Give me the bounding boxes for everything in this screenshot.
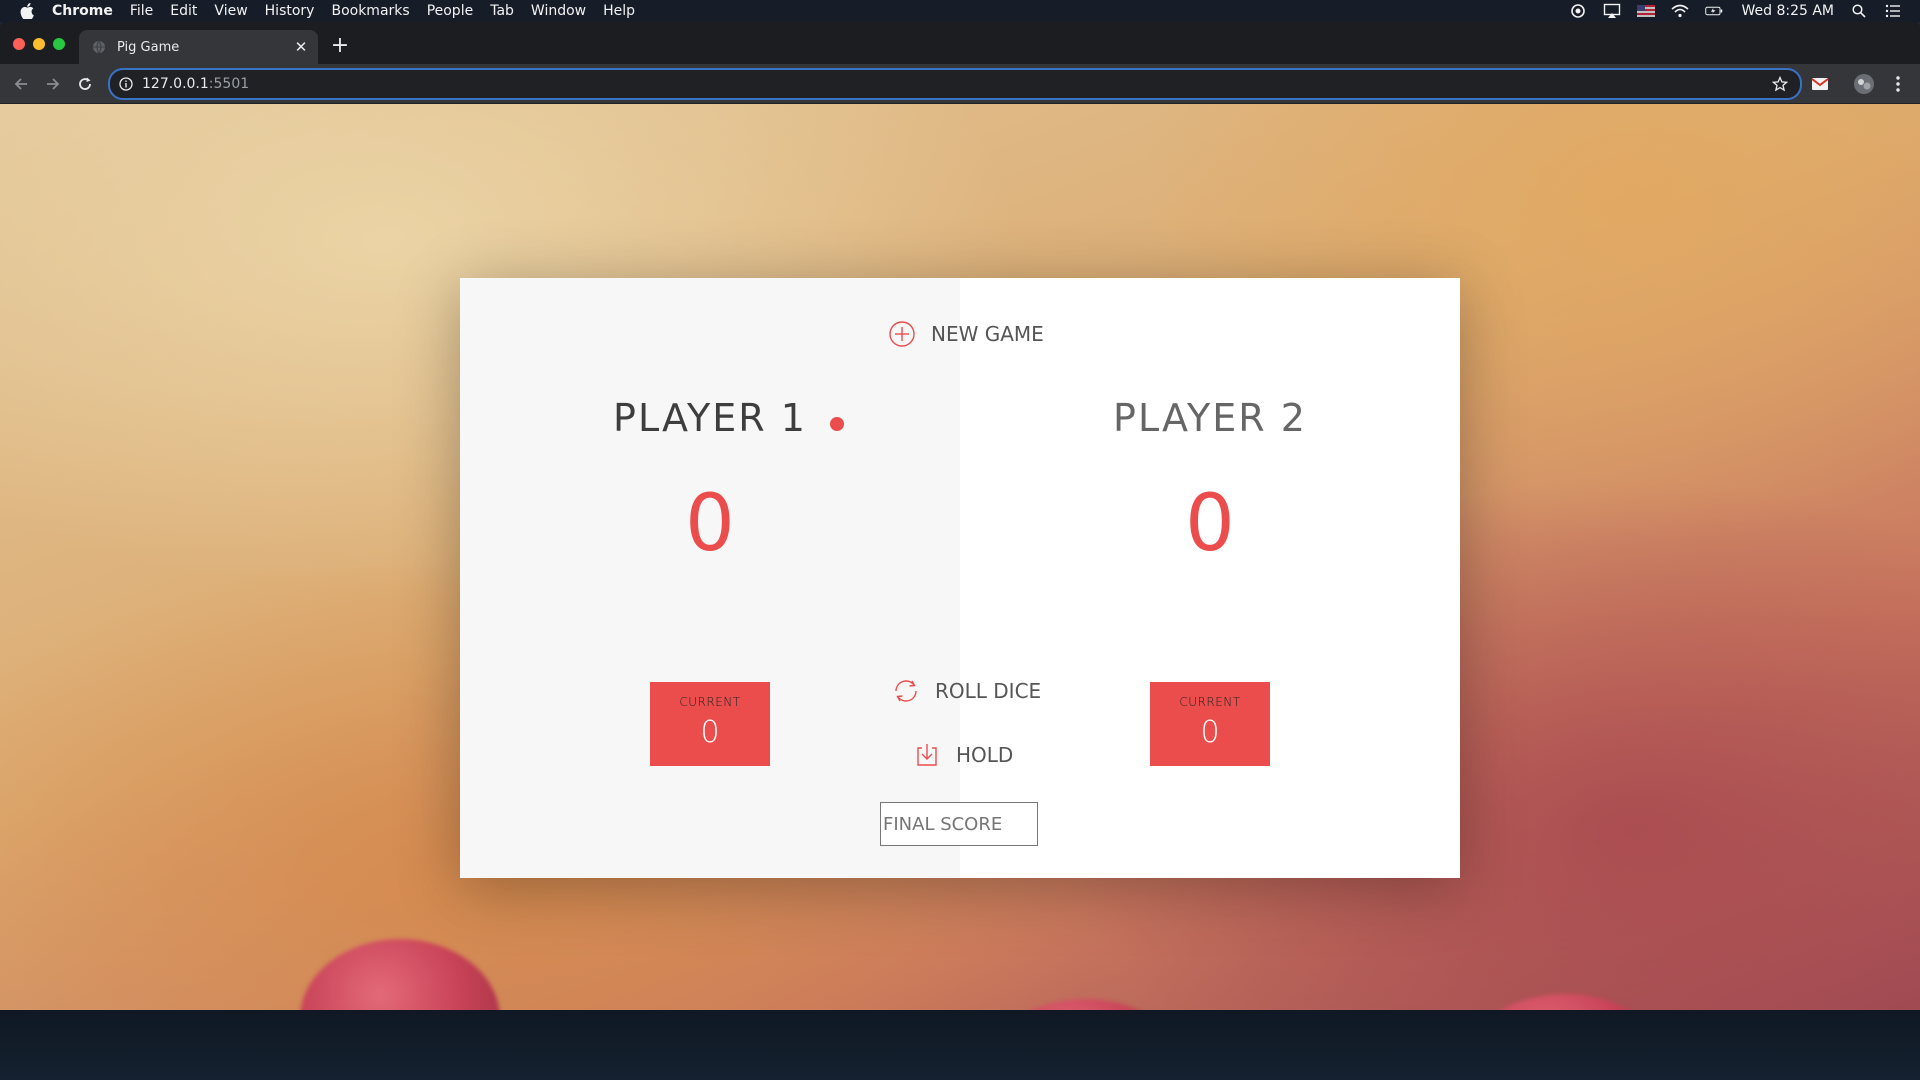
menu-view[interactable]: View — [214, 0, 247, 22]
player-1-name: PLAYER 1 — [613, 396, 807, 440]
tab-title: Pig Game — [117, 39, 180, 55]
current-label: CURRENT — [1179, 695, 1241, 709]
menu-help[interactable]: Help — [603, 0, 635, 22]
new-game-button[interactable]: NEW GAME — [881, 318, 1050, 350]
tab-strip: Pig Game ✕ + — [0, 22, 1920, 64]
status-area: Wed 8:25 AM — [1553, 0, 1902, 22]
more-menu-icon[interactable] — [1887, 73, 1909, 95]
new-game-label: NEW GAME — [931, 322, 1044, 346]
screen-recording-icon[interactable] — [1569, 2, 1587, 20]
background-raspberry — [1465, 994, 1665, 1010]
final-score-input[interactable] — [880, 802, 1038, 846]
player-2-score: 0 — [1185, 479, 1235, 569]
player-1-current-box: CURRENT 0 — [650, 682, 770, 766]
browser-window: Pig Game ✕ + 127.0.0.1:5501 PLAYER 1 0 … — [0, 22, 1920, 1010]
refresh-loop-icon — [891, 676, 921, 706]
back-arrow-icon[interactable] — [9, 72, 33, 96]
reload-icon[interactable] — [73, 72, 97, 96]
browser-toolbar: 127.0.0.1:5501 — [0, 64, 1920, 104]
player-2-current-score: 0 — [1200, 715, 1220, 750]
game-panel: PLAYER 1 0 CURRENT 0 PLAYER 2 0 CURRENT … — [460, 278, 1460, 878]
hold-button[interactable]: HOLD — [906, 739, 1019, 771]
window-minimize-button[interactable] — [33, 38, 45, 50]
active-player-indicator — [830, 417, 844, 431]
player-1-score: 0 — [685, 479, 735, 569]
menu-app-chrome[interactable]: Chrome — [52, 0, 113, 22]
menu-history[interactable]: History — [265, 0, 315, 22]
roll-dice-label: ROLL DICE — [935, 679, 1042, 703]
airplay-icon[interactable] — [1603, 2, 1621, 20]
download-tray-icon — [912, 740, 942, 770]
url-port: :5501 — [208, 76, 250, 92]
wifi-icon[interactable] — [1671, 2, 1689, 20]
tab-pig-game[interactable]: Pig Game ✕ — [79, 30, 318, 64]
player-1-current-score: 0 — [700, 715, 720, 750]
page-viewport: PLAYER 1 0 CURRENT 0 PLAYER 2 0 CURRENT … — [0, 104, 1920, 1010]
add-circle-icon — [887, 319, 917, 349]
roll-dice-button[interactable]: ROLL DICE — [885, 675, 1047, 707]
forward-arrow-icon[interactable] — [41, 72, 65, 96]
close-tab-icon[interactable]: ✕ — [292, 38, 310, 56]
background-raspberry — [300, 939, 500, 1010]
site-info-icon[interactable] — [118, 76, 134, 92]
globe-icon — [91, 39, 107, 55]
url-host: 127.0.0.1 — [142, 76, 209, 92]
menu-window[interactable]: Window — [531, 0, 586, 22]
player-2-current-box: CURRENT 0 — [1150, 682, 1270, 766]
battery-icon[interactable] — [1705, 2, 1723, 20]
bookmark-star-icon[interactable] — [1770, 74, 1790, 94]
desktop-background — [0, 1010, 1920, 1080]
menu-bookmarks[interactable]: Bookmarks — [331, 0, 409, 22]
menu-edit[interactable]: Edit — [170, 0, 197, 22]
window-maximize-button[interactable] — [53, 38, 65, 50]
profile-avatar-icon[interactable] — [1853, 73, 1875, 95]
spotlight-search-icon[interactable] — [1850, 2, 1868, 20]
menu-tab[interactable]: Tab — [490, 0, 514, 22]
menu-people[interactable]: People — [427, 0, 474, 22]
new-tab-button[interactable]: + — [328, 34, 352, 58]
player-2-panel: PLAYER 2 0 CURRENT 0 — [960, 278, 1460, 878]
menu-file[interactable]: File — [130, 0, 153, 22]
us-flag-icon[interactable] — [1637, 2, 1656, 20]
current-label: CURRENT — [679, 695, 741, 709]
menu-bar-clock[interactable]: Wed 8:25 AM — [1741, 3, 1834, 19]
notification-center-icon[interactable] — [1884, 2, 1902, 20]
background-raspberry — [990, 999, 1180, 1010]
address-bar[interactable]: 127.0.0.1:5501 — [108, 68, 1802, 100]
macos-menu-bar: Chrome File Edit View History Bookmarks … — [0, 0, 1920, 22]
apple-icon[interactable] — [16, 0, 38, 22]
window-close-button[interactable] — [13, 38, 25, 50]
hold-label: HOLD — [956, 743, 1014, 767]
player-2-name: PLAYER 2 — [1113, 396, 1307, 440]
player-1-panel: PLAYER 1 0 CURRENT 0 — [460, 278, 960, 878]
gmail-extension-icon[interactable] — [1809, 73, 1831, 95]
